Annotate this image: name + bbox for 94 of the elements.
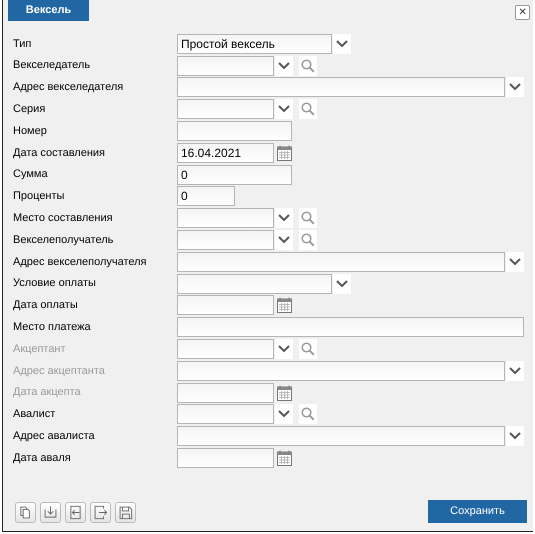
input-field[interactable]: [177, 252, 505, 272]
field-label: Серия: [13, 102, 46, 118]
field-label: Проценты: [13, 189, 66, 204]
field-label: Адрес векселеполучателя: [13, 254, 148, 270]
search-icon: [301, 342, 315, 356]
search-button[interactable]: [299, 208, 317, 228]
calendar-button[interactable]: [276, 384, 292, 402]
import-button[interactable]: [40, 502, 61, 523]
field-label: Условие оплаты: [13, 276, 97, 292]
input-field[interactable]: [177, 230, 274, 250]
dropdown-button[interactable]: [506, 360, 524, 381]
field-label: Адрес авалиста: [13, 428, 96, 444]
chevron-down-icon: [278, 214, 290, 222]
dropdown-button[interactable]: [275, 56, 293, 76]
chevron-down-icon: [336, 40, 348, 48]
input-field[interactable]: [177, 56, 274, 76]
input-field[interactable]: [177, 208, 274, 228]
field-label: Адрес акцептанта: [13, 364, 106, 379]
chevron-down-icon: [278, 105, 290, 114]
dialog-tab[interactable]: Вексель: [8, 0, 89, 21]
field-label: Тип: [13, 36, 32, 52]
search-icon: [301, 58, 315, 73]
logout-button[interactable]: [90, 502, 111, 523]
calendar-icon: [276, 297, 292, 314]
input-field[interactable]: [177, 295, 274, 316]
chevron-down-icon: [278, 345, 290, 354]
calendar-button[interactable]: [276, 296, 292, 314]
save-button[interactable]: [115, 502, 136, 523]
field-label: Акцептант: [13, 342, 67, 357]
search-button[interactable]: [299, 230, 317, 250]
search-button[interactable]: [299, 99, 317, 120]
search-icon: [301, 102, 315, 116]
input-field[interactable]: [177, 382, 274, 403]
input-field[interactable]: [177, 274, 332, 294]
chevron-down-icon: [509, 366, 521, 375]
calendar-icon: [276, 144, 292, 161]
calendar-button[interactable]: [276, 144, 292, 162]
field-label: Место платежа: [13, 320, 92, 335]
input-field[interactable]: [177, 404, 274, 424]
input-field[interactable]: [177, 360, 505, 381]
field-label: Место составления: [13, 211, 114, 226]
search-icon: [301, 407, 315, 422]
field-label: Дата аваля: [13, 450, 72, 466]
input-field[interactable]: 0: [177, 164, 292, 185]
calendar-button[interactable]: [276, 449, 292, 468]
field-label: Номер: [13, 124, 48, 139]
chevron-down-icon: [278, 410, 290, 418]
input-field[interactable]: [177, 317, 524, 338]
search-icon: [301, 233, 315, 248]
search-button[interactable]: [299, 339, 317, 360]
field-label: Дата составления: [13, 146, 106, 161]
save-button[interactable]: Сохранить: [428, 500, 527, 523]
input-field[interactable]: [177, 426, 505, 446]
save-icon: [117, 504, 134, 521]
dropdown-button[interactable]: [506, 77, 524, 98]
chevron-down-icon: [278, 236, 290, 244]
copy-button[interactable]: [15, 502, 36, 523]
dropdown-button[interactable]: [333, 34, 351, 54]
calendar-icon: [276, 450, 292, 466]
input-field[interactable]: [177, 448, 274, 468]
dropdown-button[interactable]: [506, 426, 524, 446]
dropdown-button[interactable]: [275, 339, 293, 360]
search-button[interactable]: [299, 56, 317, 76]
field-label: Дата акцепта: [13, 385, 82, 400]
dropdown-button[interactable]: [275, 99, 293, 120]
field-label: Авалист: [13, 407, 56, 422]
search-icon: [301, 211, 315, 226]
field-label: Адрес векселедателя: [13, 80, 124, 96]
calendar-icon: [276, 384, 292, 401]
input-field[interactable]: [177, 121, 292, 142]
input-field[interactable]: [177, 77, 505, 98]
login-button[interactable]: [65, 502, 86, 523]
arrow-right-icon: [92, 504, 109, 521]
dropdown-button[interactable]: [275, 208, 293, 228]
search-button[interactable]: [299, 404, 317, 424]
dropdown-button[interactable]: [506, 252, 524, 272]
field-label: Дата оплаты: [13, 298, 79, 314]
chevron-down-icon: [336, 280, 348, 288]
chevron-down-icon: [509, 432, 521, 440]
input-field[interactable]: 16.04.2021: [177, 142, 274, 163]
field-label: Сумма: [13, 167, 49, 182]
field-label: Векселеполучатель: [13, 232, 114, 248]
dropdown-button[interactable]: [275, 404, 293, 424]
input-field[interactable]: 0: [177, 186, 235, 206]
dropdown-button[interactable]: [275, 230, 293, 250]
chevron-down-icon: [509, 83, 521, 92]
field-label: Векселедатель: [13, 58, 92, 74]
chevron-down-icon: [278, 62, 290, 70]
input-field[interactable]: [177, 339, 274, 360]
chevron-down-icon: [509, 258, 521, 266]
close-button[interactable]: ✕: [515, 5, 530, 20]
input-field[interactable]: Простой вексель: [177, 34, 332, 54]
input-field[interactable]: [177, 99, 274, 120]
dropdown-button[interactable]: [333, 274, 351, 294]
